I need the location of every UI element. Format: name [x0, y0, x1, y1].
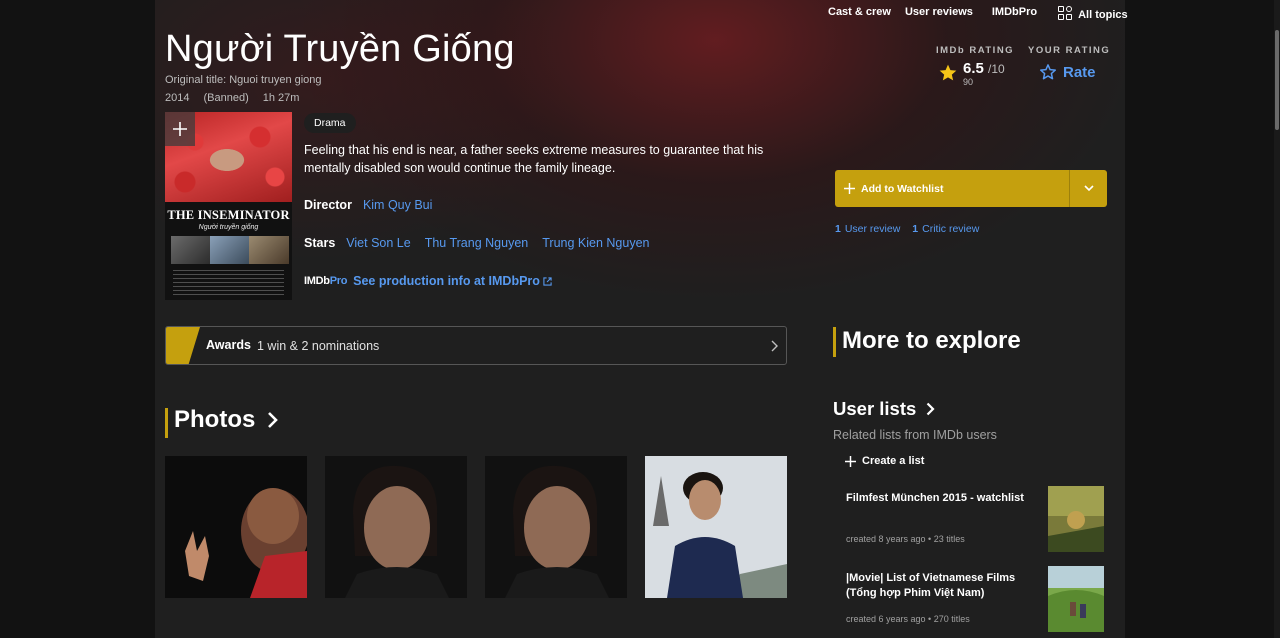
- user-list-thumbnail: [1048, 566, 1104, 632]
- user-list-name: |Movie| List of Vietnamese Films (Tổng h…: [846, 572, 1016, 599]
- review-links: 1 User review 1 Critic review: [835, 223, 979, 235]
- star-link[interactable]: Thu Trang Nguyen: [425, 236, 529, 250]
- chevron-down-icon: [1083, 185, 1094, 192]
- watchlist-label: Add to Watchlist: [861, 182, 944, 195]
- rate-button[interactable]: Rate: [1039, 63, 1096, 81]
- user-list-item[interactable]: |Movie| List of Vietnamese Films (Tổng h…: [835, 566, 1107, 638]
- awards-banner[interactable]: Awards 1 win & 2 nominations: [165, 326, 787, 365]
- director-label: Director: [304, 198, 352, 212]
- poster-still: [210, 236, 250, 264]
- title-subnav: Cast & crew User reviews IMDbPro All top…: [828, 6, 1128, 21]
- nav-all-topics-label: All topics: [1078, 9, 1128, 21]
- poster-still: [249, 236, 289, 264]
- scrollbar[interactable]: [1274, 0, 1280, 638]
- create-list-label: Create a list: [862, 455, 925, 467]
- awards-accent: [166, 327, 200, 364]
- awards-label: Awards: [206, 338, 251, 352]
- your-rating-label: YOUR RATING: [1028, 45, 1111, 56]
- release-year[interactable]: 2014: [165, 92, 189, 104]
- imdbpro-link[interactable]: See production info at IMDbPro: [353, 274, 540, 288]
- explore-heading-accent: [833, 327, 836, 357]
- nav-user-reviews[interactable]: User reviews: [905, 6, 973, 21]
- watchlist-dropdown-button[interactable]: [1070, 170, 1107, 207]
- poster-title: THE INSEMINATOR: [167, 208, 290, 222]
- plot-summary: Feeling that his end is near, a father s…: [304, 143, 764, 175]
- poster-add-watchlist-button[interactable]: [165, 112, 195, 146]
- nav-cast-crew[interactable]: Cast & crew: [828, 6, 891, 21]
- all-topics-icon: [1058, 6, 1073, 21]
- photo-image: [165, 456, 307, 598]
- more-to-explore-heading: More to explore: [842, 327, 1021, 354]
- photo-thumbnail[interactable]: [645, 456, 787, 598]
- stars-label: Stars: [304, 236, 336, 250]
- certificate[interactable]: (Banned): [203, 92, 248, 104]
- user-list-item[interactable]: Filmfest München 2015 - watchlist create…: [835, 486, 1107, 560]
- user-lists-heading-label: User lists: [833, 398, 917, 419]
- star-icon: [939, 64, 957, 81]
- chevron-right-icon: [268, 412, 279, 428]
- photo-image: [485, 456, 627, 598]
- plus-icon: [845, 455, 856, 467]
- awards-value: 1 win & 2 nominations: [257, 339, 380, 353]
- user-lists-heading[interactable]: User lists: [833, 398, 935, 420]
- poster-credits: [173, 270, 284, 296]
- imdb-rating-value[interactable]: 6.5: [963, 60, 984, 77]
- photo-thumbnail[interactable]: [485, 456, 627, 598]
- star-outline-icon: [1039, 64, 1057, 80]
- imdb-rating-count: 90: [963, 77, 974, 87]
- watchlist-main[interactable]: Add to Watchlist: [835, 170, 1069, 207]
- imdb-rating-label: IMDb RATING: [936, 45, 1015, 56]
- plus-icon: [844, 183, 855, 194]
- add-to-watchlist-button[interactable]: Add to Watchlist: [835, 170, 1107, 207]
- create-list-button[interactable]: Create a list: [845, 455, 924, 467]
- user-list-thumbnail: [1048, 486, 1104, 552]
- imdb-rating-max: /10: [988, 62, 1005, 76]
- photo-image: [325, 456, 467, 598]
- director-row: Director Kim Quy Bui: [304, 198, 446, 212]
- director-link[interactable]: Kim Quy Bui: [363, 198, 432, 212]
- stars-row: Stars Viet Son Le Thu Trang Nguyen Trung…: [304, 236, 663, 250]
- star-link[interactable]: Viet Son Le: [346, 236, 410, 250]
- photo-thumbnail[interactable]: [325, 456, 467, 598]
- plus-icon: [173, 122, 187, 136]
- page-title: Người Truyền Giống: [165, 28, 515, 70]
- nav-all-topics[interactable]: All topics: [1058, 6, 1128, 21]
- user-list-info: created 6 years ago • 270 titles: [846, 614, 970, 624]
- genre-chip[interactable]: Drama: [304, 113, 356, 133]
- original-title: Original title: Nguoi truyen giong: [165, 74, 322, 86]
- photos-heading-label: Photos: [174, 406, 256, 433]
- imdbpro-promo: IMDbPro See production info at IMDbPro: [304, 274, 552, 288]
- chevron-right-icon: [771, 340, 778, 352]
- photo-thumbnail[interactable]: [165, 456, 307, 598]
- star-link[interactable]: Trung Kien Nguyen: [542, 236, 649, 250]
- critic-reviews-link[interactable]: 1 Critic review: [912, 223, 979, 235]
- imdbpro-logo: IMDbPro: [304, 275, 348, 287]
- runtime: 1h 27m: [262, 92, 300, 104]
- chevron-right-icon: [927, 402, 935, 416]
- user-list-name: Filmfest München 2015 - watchlist: [846, 492, 1024, 504]
- poster-subtitle: Người truyền giống: [198, 224, 259, 231]
- user-lists-subtitle: Related lists from IMDb users: [833, 428, 997, 442]
- photo-image: [645, 456, 787, 598]
- external-link-icon: [543, 276, 552, 286]
- user-reviews-link[interactable]: 1 User review: [835, 223, 900, 235]
- rate-label: Rate: [1063, 63, 1096, 81]
- nav-imdbpro[interactable]: IMDbPro: [992, 6, 1037, 21]
- title-metadata: 2014 (Banned) 1h 27m: [165, 92, 299, 104]
- photos-heading-accent: [165, 408, 168, 438]
- poster-still: [171, 236, 211, 264]
- photos-heading[interactable]: Photos: [174, 406, 279, 434]
- scrollbar-thumb[interactable]: [1275, 30, 1279, 130]
- poster[interactable]: THE INSEMINATOR Người truyền giống: [165, 112, 292, 300]
- user-list-info: created 8 years ago • 23 titles: [846, 534, 965, 544]
